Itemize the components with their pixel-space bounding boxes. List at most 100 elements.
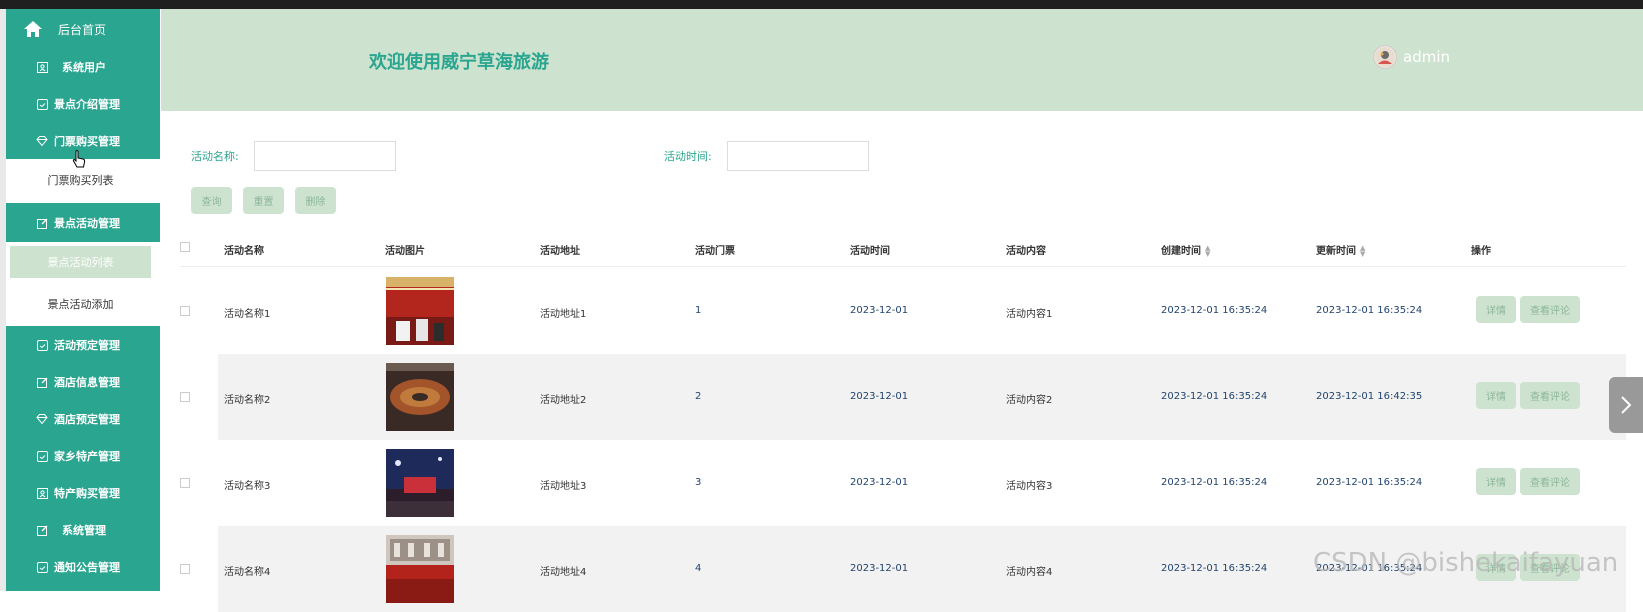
sidebar-item-hotel-info[interactable]: 酒店信息管理 (6, 363, 160, 401)
reset-button[interactable]: 重置 (243, 187, 284, 214)
table-row: 活动名称3 活动地址3 3 2023-12-01 活动内容3 2023-12-0… (180, 440, 1626, 526)
sidebar-submenu-activity: 景点活动列表 景点活动添加 (6, 242, 160, 326)
sidebar-item-hotel-booking[interactable]: 酒店预定管理 (6, 400, 160, 438)
col-header-created-label: 创建时间 (1161, 246, 1201, 257)
card-icon (36, 450, 48, 462)
user-menu[interactable]: admin (1373, 45, 1450, 69)
cell-address: 活动地址4 (540, 567, 587, 578)
col-header-updated-label: 更新时间 (1316, 246, 1356, 257)
sidebar-item-notice[interactable]: 通知公告管理 (6, 548, 160, 586)
cell-content: 活动内容4 (1006, 567, 1053, 578)
cell-updated: 2023-12-01 16:35:24 (1316, 477, 1423, 488)
sidebar-item-label: 景点介绍管理 (54, 98, 120, 111)
cell-content: 活动内容2 (1006, 395, 1053, 406)
sidebar-item-label: 特产购买管理 (54, 487, 120, 500)
cell-updated: 2023-12-01 16:42:35 (1316, 391, 1423, 402)
col-header-ticket: 活动门票 (695, 246, 735, 257)
activity-image[interactable] (386, 535, 454, 603)
sidebar: 后台首页 系统用户 景点介绍管理 门票购买管理 门票购买列表 景点活动管理 景点… (6, 9, 160, 591)
cell-content: 活动内容3 (1006, 481, 1053, 492)
user-card-icon (36, 61, 48, 73)
activity-time-label: 活动时间: (664, 150, 712, 163)
activity-image[interactable] (386, 449, 454, 517)
cell-ticket: 4 (695, 563, 702, 574)
sidebar-item-system-management[interactable]: 系统管理 (6, 511, 160, 549)
row-checkbox[interactable] (180, 564, 190, 574)
col-header-name: 活动名称 (224, 246, 264, 257)
sort-icon[interactable]: ▲ ▼ (1205, 245, 1210, 258)
card-icon (36, 561, 48, 573)
card-icon (36, 98, 48, 110)
cell-created: 2023-12-01 16:35:24 (1161, 305, 1268, 316)
cell-name: 活动名称1 (224, 309, 271, 320)
row-checkbox[interactable] (180, 392, 190, 402)
view-comments-button[interactable]: 查看评论 (1520, 382, 1580, 409)
row-checkbox[interactable] (180, 478, 190, 488)
cell-time: 2023-12-01 (850, 563, 909, 574)
sidebar-item-scenic-activity[interactable]: 景点活动管理 (6, 204, 160, 242)
sort-icon[interactable]: ▲ ▼ (1360, 245, 1365, 258)
sidebar-item-label: 系统用户 (62, 61, 106, 74)
col-header-time: 活动时间 (850, 246, 890, 257)
detail-button[interactable]: 详情 (1476, 382, 1516, 409)
mouse-cursor-icon (72, 150, 86, 174)
table-row: 活动名称1 活动地址1 1 2023-12-01 活动内容1 2023-12-0… (180, 268, 1626, 354)
activity-image[interactable] (386, 363, 454, 431)
sidebar-item-label: 酒店预定管理 (54, 413, 120, 426)
activity-time-input[interactable] (727, 141, 869, 171)
cell-ticket: 1 (695, 305, 702, 316)
window-top-bar (0, 0, 1643, 9)
cell-name: 活动名称3 (224, 481, 271, 492)
sidebar-item-home[interactable]: 后台首页 (6, 10, 160, 48)
sidebar-item-label: 门票购买管理 (54, 135, 120, 148)
sidebar-item-label: 酒店信息管理 (54, 376, 120, 389)
cell-created: 2023-12-01 16:35:24 (1161, 563, 1268, 574)
sidebar-item-local-specialty[interactable]: 家乡特产管理 (6, 437, 160, 475)
detail-button[interactable]: 详情 (1476, 468, 1516, 495)
detail-button[interactable]: 详情 (1476, 296, 1516, 323)
sidebar-item-label: 景点活动管理 (54, 217, 120, 230)
sidebar-item-label: 后台首页 (58, 22, 107, 37)
cell-address: 活动地址2 (540, 395, 587, 406)
card-icon (36, 339, 48, 351)
activity-name-input[interactable] (254, 141, 396, 171)
sidebar-item-system-users[interactable]: 系统用户 (6, 48, 160, 86)
diamond-icon (36, 413, 48, 425)
page-title: 欢迎使用威宁草海旅游 (369, 52, 549, 73)
sidebar-item-scenic-intro[interactable]: 景点介绍管理 (6, 85, 160, 123)
view-comments-button[interactable]: 查看评论 (1520, 296, 1580, 323)
next-page-tab[interactable] (1609, 377, 1643, 433)
cell-created: 2023-12-01 16:35:24 (1161, 477, 1268, 488)
user-card-icon (36, 487, 48, 499)
activity-name-label: 活动名称: (191, 150, 239, 163)
col-header-updated[interactable]: 更新时间 ▲ ▼ (1316, 242, 1365, 258)
sidebar-subitem-activity-add[interactable]: 景点活动添加 (10, 288, 151, 320)
sidebar-subitem-activity-list[interactable]: 景点活动列表 (10, 246, 151, 278)
sidebar-item-activity-booking[interactable]: 活动预定管理 (6, 326, 160, 364)
col-header-created[interactable]: 创建时间 ▲ ▼ (1161, 242, 1210, 258)
delete-button[interactable]: 删除 (295, 187, 336, 214)
sidebar-item-specialty-purchase[interactable]: 特产购买管理 (6, 474, 160, 512)
cell-name: 活动名称4 (224, 567, 271, 578)
cell-time: 2023-12-01 (850, 391, 909, 402)
watermark: CSDN @bishekaifayuan (1313, 548, 1619, 578)
row-checkbox[interactable] (180, 306, 190, 316)
cell-content: 活动内容1 (1006, 309, 1053, 320)
cell-updated: 2023-12-01 16:35:24 (1316, 305, 1423, 316)
cell-name: 活动名称2 (224, 395, 271, 406)
sidebar-item-label: 家乡特产管理 (54, 450, 120, 463)
avatar (1373, 45, 1397, 69)
activity-image[interactable] (386, 277, 454, 345)
edit-icon (36, 524, 48, 536)
col-header-content: 活动内容 (1006, 246, 1046, 257)
cell-time: 2023-12-01 (850, 477, 909, 488)
view-comments-button[interactable]: 查看评论 (1520, 468, 1580, 495)
select-all-checkbox[interactable] (180, 242, 190, 252)
query-button[interactable]: 查询 (191, 187, 232, 214)
cell-address: 活动地址3 (540, 481, 587, 492)
cell-ticket: 3 (695, 477, 702, 488)
chevron-right-icon (1621, 396, 1632, 414)
col-header-actions: 操作 (1471, 246, 1491, 257)
sidebar-item-label: 通知公告管理 (54, 561, 120, 574)
edit-icon (36, 376, 48, 388)
